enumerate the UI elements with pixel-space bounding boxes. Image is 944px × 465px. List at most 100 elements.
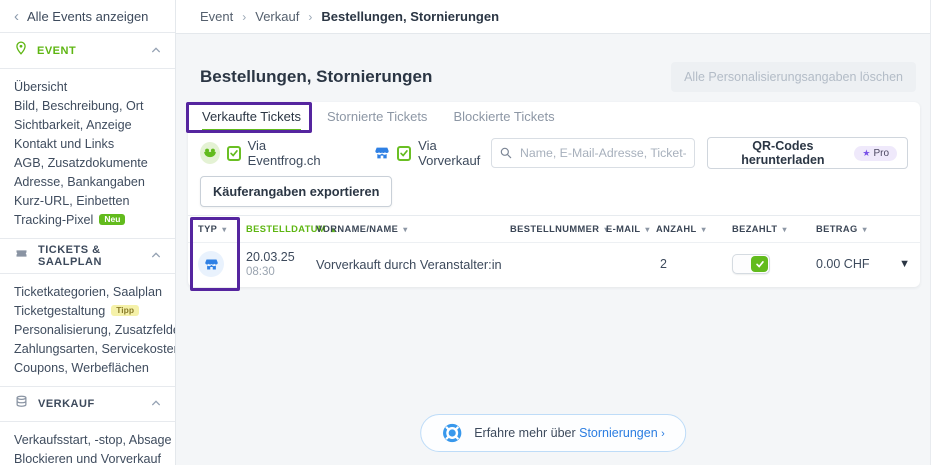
export-buyer-data-button[interactable]: Käuferangaben exportieren <box>200 176 392 207</box>
tab-label: Blockierte Tickets <box>453 109 554 124</box>
row-date: 20.03.25 <box>246 250 310 264</box>
section-label-event: EVENT <box>37 45 142 57</box>
row-anzahl: 2 <box>656 257 726 271</box>
sidebar: ‹ Alle Events anzeigen EVENT Übersicht B… <box>0 0 176 465</box>
breadcrumb-event[interactable]: Event <box>200 9 233 24</box>
search-box <box>491 138 695 168</box>
content-header: Bestellungen, Stornierungen Alle Persona… <box>200 62 916 92</box>
sidebar-group-event: Übersicht Bild, Beschreibung, Ort Sichtb… <box>0 69 175 238</box>
chevron-up-icon[interactable] <box>151 395 161 413</box>
info-pill: Erfahre mehr über Stornierungen › <box>420 414 686 452</box>
column-header-vorname-name[interactable]: VORNAME/NAME▾ <box>316 224 504 234</box>
sort-down-icon: ▾ <box>222 225 226 234</box>
map-pin-icon <box>14 41 28 60</box>
sidebar-item-verkaufsstart-stop-absage[interactable]: Verkaufsstart, -stop, AbsageNeu <box>0 430 175 449</box>
tab-label: Stornierte Tickets <box>327 109 427 124</box>
orders-card: Verkaufte Tickets Stornierte Tickets Blo… <box>188 102 920 287</box>
info-text: Erfahre mehr über <box>474 426 575 440</box>
column-header-anzahl[interactable]: ANZAHL▾ <box>656 224 726 234</box>
sidebar-item-kontakt-und-links[interactable]: Kontakt und Links <box>0 134 175 153</box>
sidebar-item-label: Übersicht <box>14 80 67 94</box>
page-title: Bestellungen, Stornierungen <box>200 67 432 87</box>
sidebar-item-label: Ticketgestaltung <box>14 304 105 318</box>
sidebar-item-label: Coupons, Werbeflächen <box>14 361 149 375</box>
sidebar-item-zahlungsarten-servicekosten[interactable]: Zahlungsarten, Servicekosten <box>0 339 175 358</box>
breadcrumb: Event › Verkauf › Bestellungen, Stornier… <box>176 0 930 34</box>
column-header-betrag[interactable]: BETRAG▾ <box>816 224 880 234</box>
row-expand-caret-icon[interactable]: ▼ <box>886 258 910 270</box>
eventfrog-frog-icon <box>200 142 220 164</box>
chevron-up-icon[interactable] <box>151 42 161 60</box>
neu-badge: Neu <box>99 214 125 226</box>
column-header-email[interactable]: E-MAIL▾ <box>606 224 650 234</box>
link-caret-icon: › <box>661 428 665 440</box>
section-label-tickets: TICKETS & SAALPLAN <box>38 244 142 268</box>
sidebar-item-label: Kurz-URL, Einbetten <box>14 194 130 208</box>
sidebar-item-adresse-bankangaben[interactable]: Adresse, Bankangaben <box>0 172 175 191</box>
page-content: Bestellungen, Stornierungen Alle Persona… <box>176 34 930 465</box>
search-input[interactable] <box>491 138 695 168</box>
search-icon <box>499 146 513 165</box>
sidebar-section-tickets-saalplan[interactable]: TICKETS & SAALPLAN <box>0 238 175 274</box>
column-header-typ[interactable]: TYP▾ <box>198 224 240 234</box>
orders-table: TYP▾ BESTELLDATUM▴ VORNAME/NAME▾ BESTELL… <box>188 215 920 287</box>
section-label-verkauf: VERKAUF <box>38 398 142 410</box>
column-header-bestelldatum[interactable]: BESTELLDATUM▴ <box>246 224 310 234</box>
sidebar-item-ticketkategorien-saalplan[interactable]: Ticketkategorien, Saalplan <box>0 282 175 301</box>
back-link-label: Alle Events anzeigen <box>27 9 148 24</box>
column-header-bestellnummer[interactable]: BESTELLNUMMER▾ <box>510 224 600 234</box>
sidebar-section-event[interactable]: EVENT <box>0 33 175 69</box>
sidebar-item-tracking-pixel[interactable]: Tracking-Pixel Neu <box>0 210 175 229</box>
chevron-left-icon: ‹ <box>14 9 19 24</box>
row-betrag: 0.00 CHF <box>816 257 880 271</box>
tab-stornierte-tickets[interactable]: Stornierte Tickets <box>327 102 427 132</box>
sidebar-item-label: Tracking-Pixel <box>14 213 93 227</box>
sidebar-item-coupons-werbeflaechen[interactable]: Coupons, Werbeflächen <box>0 358 175 377</box>
sidebar-item-blockieren-und-vorverkauf[interactable]: Blockieren und Vorverkauf <box>0 449 175 465</box>
stornierungen-link[interactable]: Stornierungen <box>579 426 658 440</box>
sidebar-item-label: Bild, Beschreibung, Ort <box>14 99 144 113</box>
sidebar-group-tickets: Ticketkategorien, Saalplan Ticketgestalt… <box>0 274 175 386</box>
toggle-check-icon <box>751 256 768 272</box>
app-window: ‹ Alle Events anzeigen EVENT Übersicht B… <box>0 0 944 465</box>
storefront-icon <box>374 145 390 161</box>
tab-label: Verkaufte Tickets <box>202 109 301 124</box>
row-name: Vorverkauft durch Veranstalter:in <box>316 257 504 272</box>
sort-down-icon: ▾ <box>403 225 407 234</box>
sidebar-item-agb-zusatzdokumente[interactable]: AGB, Zusatzdokumente <box>0 153 175 172</box>
via-vorverkauf-checkbox[interactable] <box>397 146 411 161</box>
sidebar-item-bild-beschreibung-ort[interactable]: Bild, Beschreibung, Ort <box>0 96 175 115</box>
tab-blockierte-tickets[interactable]: Blockierte Tickets <box>453 102 554 132</box>
via-eventfrog-checkbox[interactable] <box>227 146 241 161</box>
sidebar-section-verkauf[interactable]: VERKAUF <box>0 386 175 422</box>
via-eventfrog-label: Via Eventfrog.ch <box>248 138 333 168</box>
sidebar-item-kurz-url-einbetten[interactable]: Kurz-URL, Einbetten <box>0 191 175 210</box>
tab-verkaufte-tickets[interactable]: Verkaufte Tickets <box>202 102 301 132</box>
sidebar-item-sichtbarkeit-anzeige[interactable]: Sichtbarkeit, Anzeige <box>0 115 175 134</box>
filter-via-eventfrog: Via Eventfrog.ch <box>200 138 332 168</box>
qr-codes-download-button[interactable]: QR-Codes herunterladen ★Pro <box>707 137 908 169</box>
clear-personalization-button[interactable]: Alle Personalisierungsangaben löschen <box>671 62 916 92</box>
star-icon: ★ <box>862 148 870 159</box>
breadcrumb-verkauf[interactable]: Verkauf <box>255 9 299 24</box>
breadcrumb-separator-icon: › <box>242 10 246 24</box>
sidebar-item-label: AGB, Zusatzdokumente <box>14 156 148 170</box>
filter-section: Via Eventfrog.ch Via Vorverkauf <box>188 132 920 215</box>
scrollbar-gutter[interactable] <box>930 0 944 465</box>
sidebar-item-personalisierung-zusatzfelder[interactable]: Personalisierung, Zusatzfelder <box>0 320 175 339</box>
sidebar-item-ticketgestaltung[interactable]: TicketgestaltungTipp <box>0 301 175 320</box>
database-stack-icon <box>14 394 29 414</box>
sort-down-icon: ▾ <box>783 225 787 234</box>
table-row[interactable]: 20.03.25 08:30 Vorverkauft durch Veranst… <box>188 242 920 287</box>
breadcrumb-current: Bestellungen, Stornierungen <box>321 9 499 24</box>
row-bezahlt-cell <box>732 254 810 274</box>
ticket-icon <box>14 246 29 266</box>
sort-down-icon: ▾ <box>863 225 867 234</box>
sidebar-item-label: Kontakt und Links <box>14 137 114 151</box>
column-header-bezahlt[interactable]: BEZAHLT▾ <box>732 224 810 234</box>
sort-down-icon: ▾ <box>645 225 649 234</box>
back-to-all-events-link[interactable]: ‹ Alle Events anzeigen <box>0 0 175 33</box>
bezahlt-toggle[interactable] <box>732 254 770 274</box>
chevron-up-icon[interactable] <box>151 247 161 265</box>
sidebar-item-uebersicht[interactable]: Übersicht <box>0 77 175 96</box>
